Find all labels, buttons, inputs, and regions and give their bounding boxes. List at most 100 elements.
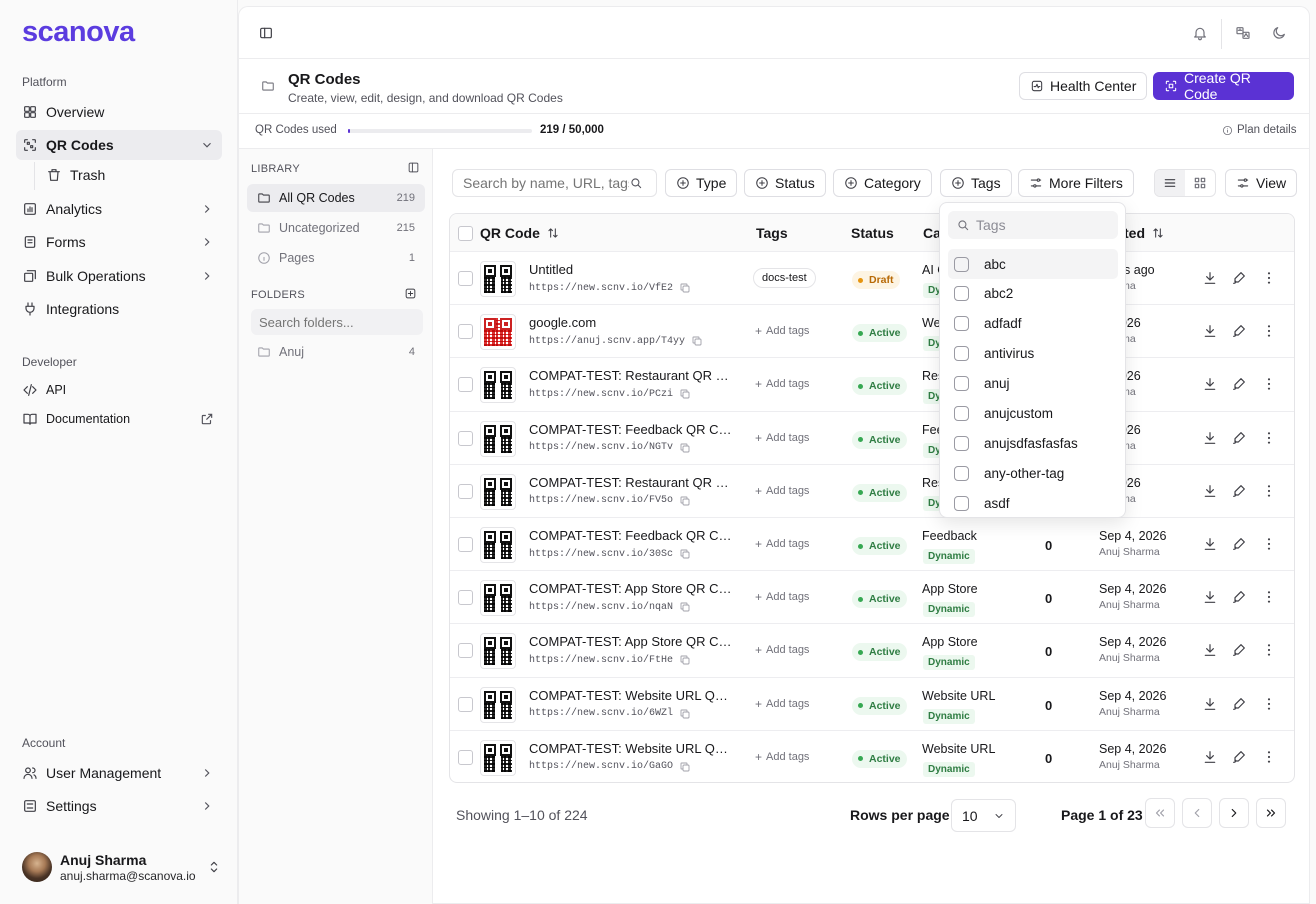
- view-options-button[interactable]: View: [1225, 169, 1298, 197]
- qr-thumbnail[interactable]: [480, 580, 516, 617]
- download-icon[interactable]: [1202, 696, 1218, 712]
- chevron-right-icon[interactable]: [200, 202, 214, 216]
- copy-icon[interactable]: [679, 761, 691, 773]
- tags-filter-button[interactable]: Tags: [940, 169, 1012, 197]
- tags-search-input[interactable]: [976, 217, 1106, 233]
- qr-thumbnail[interactable]: [480, 367, 516, 404]
- download-icon[interactable]: [1202, 749, 1218, 765]
- external-link-icon[interactable]: [200, 412, 214, 426]
- health-center-button[interactable]: Health Center: [1019, 72, 1148, 100]
- download-icon[interactable]: [1202, 323, 1218, 339]
- qr-name[interactable]: COMPAT-TEST: Restaurant QR Code: [529, 368, 735, 383]
- next-page-button[interactable]: [1219, 798, 1249, 828]
- library-item-pages[interactable]: Pages 1: [247, 244, 425, 272]
- edit-icon[interactable]: [1231, 323, 1247, 339]
- chevron-right-icon[interactable]: [200, 269, 214, 283]
- qr-thumbnail[interactable]: [480, 686, 516, 723]
- add-tags-button[interactable]: + Add tags: [755, 590, 809, 604]
- tag-option[interactable]: adfadf: [948, 309, 1118, 339]
- download-icon[interactable]: [1202, 589, 1218, 605]
- sidebar-item-forms[interactable]: Forms: [16, 227, 222, 257]
- select-all-checkbox[interactable]: [458, 226, 473, 241]
- sidebar-item-documentation[interactable]: Documentation: [16, 404, 222, 434]
- sidebar-toggle-icon[interactable]: [258, 25, 274, 41]
- plan-details-link[interactable]: Plan details: [1222, 124, 1296, 136]
- tag-option[interactable]: asdf: [948, 488, 1118, 517]
- row-checkbox[interactable]: [458, 483, 473, 499]
- sidebar-item-overview[interactable]: Overview: [16, 97, 222, 127]
- more-options-icon[interactable]: [1261, 270, 1277, 286]
- qr-name[interactable]: google.com: [529, 315, 735, 330]
- column-header-updated[interactable]: ted: [1124, 214, 1165, 251]
- more-options-icon[interactable]: [1261, 696, 1277, 712]
- library-item-uncategorized[interactable]: Uncategorized 215: [247, 214, 425, 242]
- chevron-down-icon[interactable]: [200, 138, 214, 152]
- edit-icon[interactable]: [1231, 270, 1247, 286]
- sidebar-item-api[interactable]: API: [16, 375, 222, 405]
- last-page-button[interactable]: [1256, 798, 1286, 828]
- row-checkbox[interactable]: [458, 377, 473, 393]
- grid-view-button[interactable]: [1185, 170, 1215, 196]
- tag-pill[interactable]: docs-test: [753, 268, 816, 288]
- status-filter-button[interactable]: Status: [744, 169, 826, 197]
- download-icon[interactable]: [1202, 270, 1218, 286]
- table-row[interactable]: COMPAT-TEST: Website URL QR Code https://…: [450, 676, 1294, 730]
- user-menu[interactable]: Anuj Sharma anuj.sharma@scanova.io: [22, 850, 222, 884]
- copy-icon[interactable]: [691, 335, 703, 347]
- row-checkbox[interactable]: [458, 537, 473, 552]
- rows-per-page-select[interactable]: 10: [951, 799, 1016, 832]
- sidebar-item-qr-codes[interactable]: QR Codes: [16, 130, 222, 160]
- tag-option-checkbox[interactable]: [954, 495, 969, 511]
- tag-option[interactable]: anuj: [948, 369, 1118, 399]
- tag-option[interactable]: anujsdfasfasfas: [948, 428, 1118, 458]
- row-checkbox[interactable]: [458, 590, 473, 606]
- tag-option-checkbox[interactable]: [954, 465, 969, 481]
- download-icon[interactable]: [1202, 642, 1218, 658]
- tag-option-checkbox[interactable]: [954, 376, 969, 392]
- more-options-icon[interactable]: [1261, 483, 1277, 499]
- add-tags-button[interactable]: + Add tags: [755, 484, 809, 498]
- qr-thumbnail[interactable]: [480, 473, 516, 510]
- add-tags-button[interactable]: + Add tags: [755, 324, 809, 338]
- tag-option[interactable]: abc: [948, 249, 1118, 279]
- copy-icon[interactable]: [679, 282, 691, 294]
- sidebar-item-trash[interactable]: Trash: [40, 160, 222, 190]
- more-options-icon[interactable]: [1261, 430, 1277, 446]
- qr-name[interactable]: Untitled: [529, 262, 735, 277]
- edit-icon[interactable]: [1231, 536, 1247, 552]
- type-filter-button[interactable]: Type: [665, 169, 738, 197]
- table-row[interactable]: COMPAT-TEST: App Store QR Code https://ne…: [450, 623, 1294, 676]
- tag-option-checkbox[interactable]: [954, 286, 969, 302]
- sidebar-item-settings[interactable]: Settings: [16, 791, 222, 821]
- qr-name[interactable]: COMPAT-TEST: Feedback QR Code: [529, 422, 735, 437]
- library-item-all-qr-codes[interactable]: All QR Codes 219: [247, 184, 425, 212]
- table-row[interactable]: COMPAT-TEST: Feedback QR Code https://new…: [450, 517, 1294, 570]
- copy-icon[interactable]: [679, 708, 691, 720]
- qr-thumbnail[interactable]: [480, 420, 516, 457]
- download-icon[interactable]: [1202, 536, 1218, 552]
- download-icon[interactable]: [1202, 483, 1218, 499]
- add-tags-button[interactable]: + Add tags: [755, 750, 809, 764]
- column-header-qr-code[interactable]: QR Code: [480, 214, 560, 251]
- edit-icon[interactable]: [1231, 696, 1247, 712]
- more-options-icon[interactable]: [1261, 589, 1277, 605]
- category-filter-button[interactable]: Category: [833, 169, 932, 197]
- scanova-logo[interactable]: scanova: [22, 16, 135, 49]
- tag-option-checkbox[interactable]: [954, 256, 969, 272]
- search-input[interactable]: [463, 175, 629, 191]
- moon-icon[interactable]: [1271, 25, 1287, 41]
- copy-icon[interactable]: [679, 442, 691, 454]
- qr-name[interactable]: COMPAT-TEST: Restaurant QR Code: [529, 475, 735, 490]
- sidebar-item-user-management[interactable]: User Management: [16, 758, 222, 788]
- chevron-right-icon[interactable]: [200, 766, 214, 780]
- tag-option-checkbox[interactable]: [954, 346, 969, 362]
- more-options-icon[interactable]: [1261, 536, 1277, 552]
- tag-option[interactable]: anujcustom: [948, 399, 1118, 429]
- table-row[interactable]: google.com https://anuj.scnv.app/T4yy + Add…: [450, 304, 1294, 357]
- qr-thumbnail[interactable]: [480, 527, 516, 563]
- bell-icon[interactable]: [1192, 25, 1208, 41]
- translate-icon[interactable]: [1235, 25, 1251, 41]
- table-row[interactable]: COMPAT-TEST: Restaurant QR Code https://n…: [450, 357, 1294, 410]
- edit-icon[interactable]: [1231, 749, 1247, 765]
- more-options-icon[interactable]: [1261, 749, 1277, 765]
